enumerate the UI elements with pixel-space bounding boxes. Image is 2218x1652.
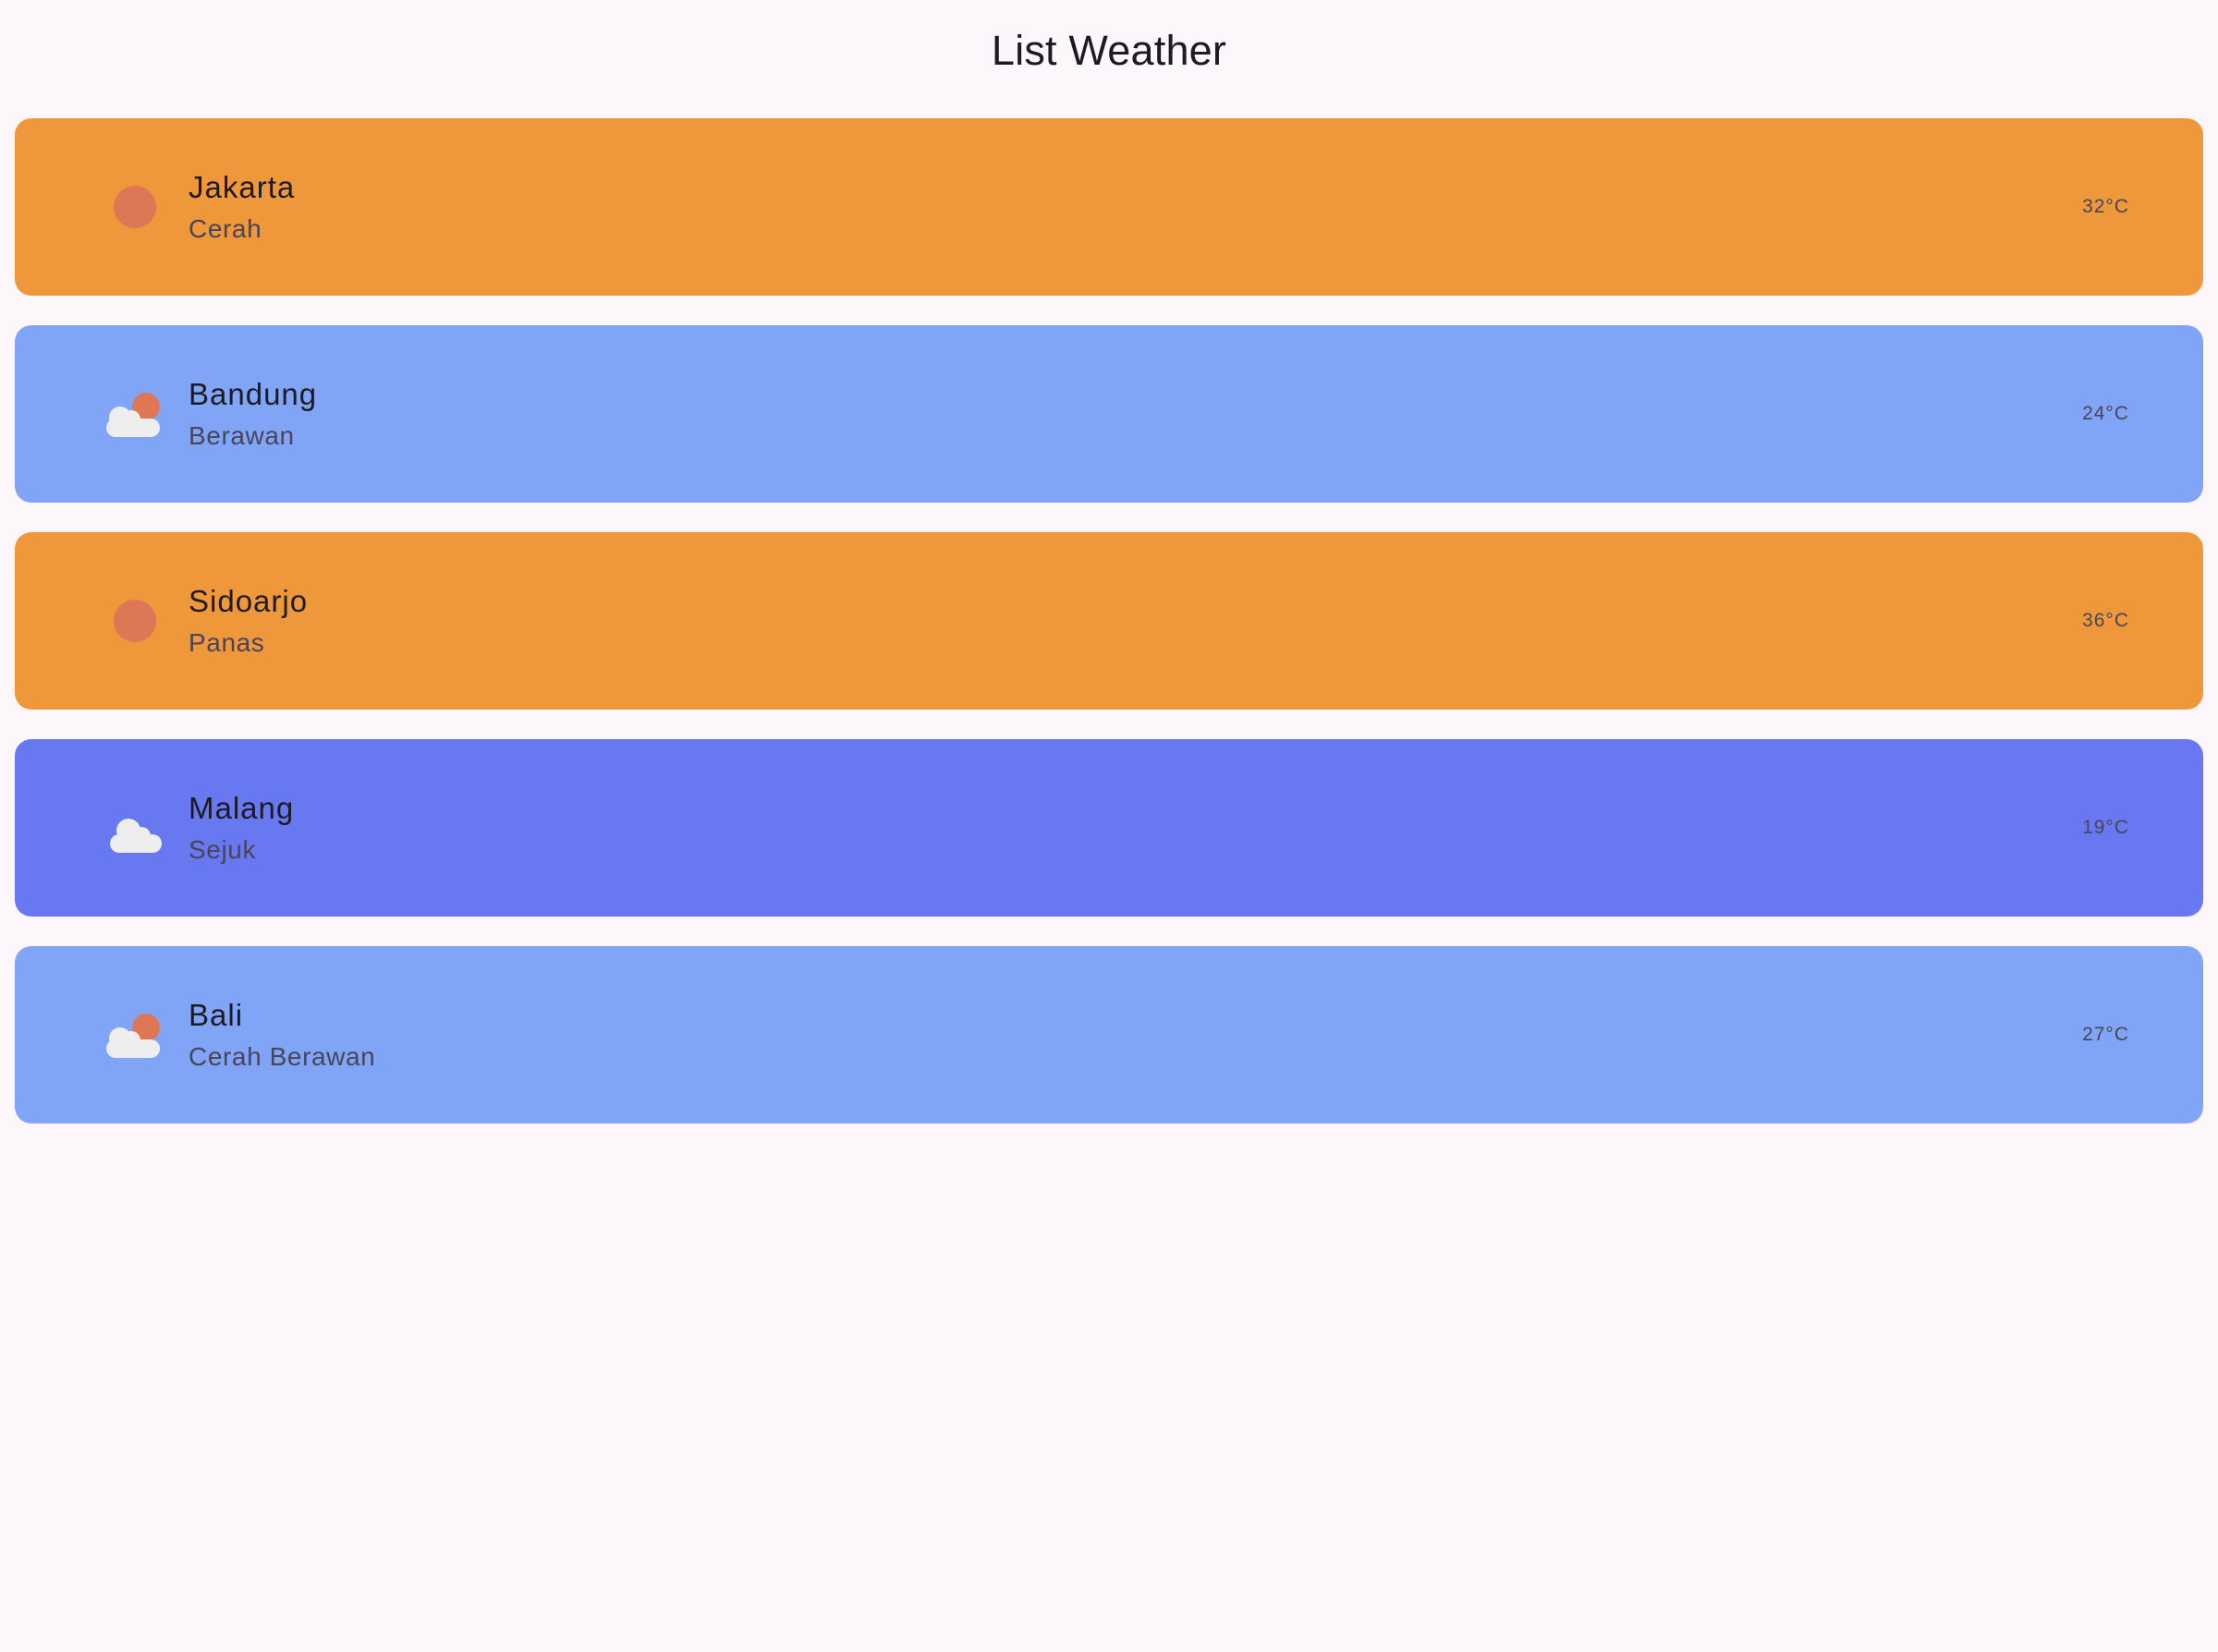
cloud-sun-icon	[94, 994, 176, 1075]
city-name: Sidoarjo	[189, 584, 309, 619]
card-text: Bandung Berawan	[189, 376, 2082, 451]
city-name: Bali	[189, 998, 244, 1033]
app-bar: List Weather	[0, 0, 2218, 102]
city-name: Bandung	[189, 377, 318, 412]
card-text: Jakarta Cerah	[189, 169, 2082, 244]
cloud-icon	[94, 787, 176, 869]
weather-card-sidoarjo[interactable]: Sidoarjo Panas 36°C	[15, 532, 2203, 710]
weather-condition: Panas	[189, 628, 265, 657]
weather-condition: Cerah Berawan	[189, 1042, 376, 1071]
card-text: Sidoarjo Panas	[189, 583, 2082, 658]
page-title: List Weather	[991, 27, 1227, 74]
temperature: 27°C	[2082, 1024, 2129, 1045]
weather-list: Jakarta Cerah 32°C Bandung Berawan 24°C	[0, 102, 2218, 1124]
temperature: 19°C	[2082, 817, 2129, 838]
card-text: Bali Cerah Berawan	[189, 997, 2082, 1072]
weather-condition: Cerah	[189, 214, 262, 243]
card-text: Malang Sejuk	[189, 790, 2082, 865]
city-name: Malang	[189, 791, 295, 826]
weather-condition: Sejuk	[189, 835, 257, 864]
cloud-sun-icon	[94, 373, 176, 455]
weather-card-bandung[interactable]: Bandung Berawan 24°C	[15, 325, 2203, 503]
weather-condition: Berawan	[189, 421, 295, 450]
temperature: 24°C	[2082, 403, 2129, 424]
sun-icon	[94, 580, 176, 662]
sun-icon	[94, 166, 176, 248]
temperature: 32°C	[2082, 196, 2129, 217]
weather-card-malang[interactable]: Malang Sejuk 19°C	[15, 739, 2203, 917]
temperature: 36°C	[2082, 610, 2129, 631]
city-name: Jakarta	[189, 170, 296, 205]
weather-card-jakarta[interactable]: Jakarta Cerah 32°C	[15, 118, 2203, 296]
weather-card-bali[interactable]: Bali Cerah Berawan 27°C	[15, 946, 2203, 1124]
